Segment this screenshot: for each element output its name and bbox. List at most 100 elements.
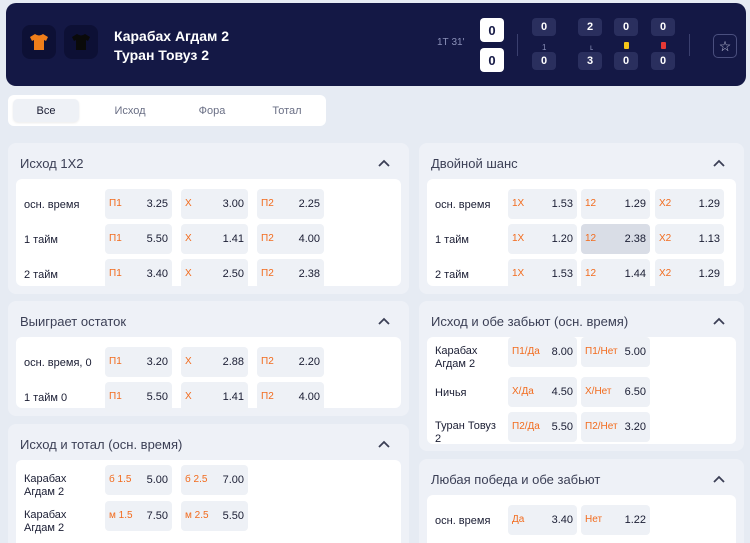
odds-button[interactable]: Нет 1.22 <box>581 505 650 535</box>
market-title: Двойной шанс <box>431 156 518 171</box>
odds-button[interactable]: П1/Да 8.00 <box>508 337 577 367</box>
odds-outcome-label: б 1.5 <box>109 474 132 485</box>
market-odds-panel: осн. время 1X 1.53 12 1.29 X2 1.29 1 тайм 1X 1.20… <box>427 179 736 289</box>
odds-button[interactable]: X2 1.13 <box>655 224 724 254</box>
row-label: 1 тайм 0 <box>24 392 68 404</box>
team-names: Карабах Агдам 2 Туран Товуз 2 <box>114 27 229 65</box>
odds-outcome-label: X <box>185 391 192 402</box>
odds-button[interactable]: 1X 1.53 <box>508 259 577 289</box>
market-card: Исход и обе забьют (осн. время) Карабах А… <box>419 301 744 451</box>
odds-outcome-label: П2/Нет <box>585 421 618 432</box>
odds-outcome-label: 1X <box>512 198 525 209</box>
stat-top-3: 0 <box>614 18 638 36</box>
chevron-up-icon[interactable] <box>377 314 391 328</box>
chevron-up-icon[interactable] <box>712 314 726 328</box>
team1-shirt-icon <box>30 34 48 50</box>
odds-value: 7.50 <box>146 510 168 522</box>
stat-bottom-1: 0 <box>532 52 556 70</box>
yellow-card-icon <box>624 42 629 49</box>
tab-total[interactable]: Тотал <box>254 99 320 122</box>
market-odds-panel: Карабах Агдам 2 б 1.5 5.00 б 2.5 7.00 Карабах… <box>16 460 401 543</box>
odds-button[interactable]: X 2.50 <box>181 259 248 289</box>
match-header: Карабах Агдам 2 Туран Товуз 2 1Т 31' 0 0… <box>6 3 746 86</box>
odds-button[interactable]: П2 4.00 <box>257 224 324 254</box>
odds-button[interactable]: X2 1.29 <box>655 259 724 289</box>
odds-value: 1.22 <box>624 514 646 526</box>
row-label: осн. время <box>435 199 491 211</box>
odds-button[interactable]: X 3.00 <box>181 189 248 219</box>
market-odds-panel: осн. время П1 3.25 X 3.00 П2 2.25 1 тайм П1 5.50 X… <box>16 179 401 289</box>
odds-button[interactable]: Х/Да 4.50 <box>508 377 577 407</box>
tab-handicap[interactable]: Фора <box>174 99 250 122</box>
odds-button[interactable]: X 1.41 <box>181 382 248 412</box>
chevron-up-icon[interactable] <box>377 437 391 451</box>
odds-button[interactable]: 1X 1.20 <box>508 224 577 254</box>
market-title: Исход и тотал (осн. время) <box>20 437 183 452</box>
odds-button[interactable]: П1 3.40 <box>105 259 172 289</box>
odds-button[interactable]: 12 2.38 <box>581 224 650 254</box>
odds-button[interactable]: X2 1.29 <box>655 189 724 219</box>
chevron-up-icon[interactable] <box>712 472 726 486</box>
odds-button[interactable]: П2/Нет 3.20 <box>581 412 650 442</box>
odds-value: 3.25 <box>146 198 168 210</box>
odds-button[interactable]: П1 3.25 <box>105 189 172 219</box>
odds-value: 3.40 <box>146 268 168 280</box>
stat-bottom-4: 0 <box>651 52 675 70</box>
odds-button[interactable]: Да 3.40 <box>508 505 577 535</box>
odds-outcome-label: X2 <box>659 233 672 244</box>
odds-value: 2.20 <box>298 356 320 368</box>
row-label: Карабах Агдам 2 <box>435 345 478 370</box>
team1-name: Карабах Агдам 2 <box>114 28 230 44</box>
odds-button[interactable]: б 2.5 7.00 <box>181 465 248 495</box>
odds-button[interactable]: б 1.5 5.00 <box>105 465 172 495</box>
odds-button[interactable]: П1/Нет 5.00 <box>581 337 650 367</box>
odds-outcome-label: П1/Нет <box>585 346 618 357</box>
market-title: Любая победа и обе забьют <box>431 472 601 487</box>
odds-button[interactable]: м 1.5 7.50 <box>105 501 172 531</box>
tab-outcome[interactable]: Исход <box>92 99 168 122</box>
odds-button[interactable]: П2 2.25 <box>257 189 324 219</box>
odds-button[interactable]: Х/Нет 6.50 <box>581 377 650 407</box>
tab-all[interactable]: Все <box>13 99 79 122</box>
row-label: 2 тайм <box>435 269 469 281</box>
odds-value: 3.00 <box>222 198 244 210</box>
odds-button[interactable]: П2/Да 5.50 <box>508 412 577 442</box>
row-label: 1 тайм <box>435 234 469 246</box>
odds-value: 5.50 <box>146 233 168 245</box>
stat-top-4: 0 <box>651 18 675 36</box>
odds-button[interactable]: П1 5.50 <box>105 382 172 412</box>
odds-outcome-label: X <box>185 233 192 244</box>
favorite-star-icon[interactable]: ☆ <box>713 34 737 58</box>
odds-value: 4.00 <box>298 233 320 245</box>
odds-button[interactable]: П1 3.20 <box>105 347 172 377</box>
odds-button[interactable]: П2 4.00 <box>257 382 324 412</box>
row-label: 1 тайм <box>24 234 58 246</box>
odds-value: 7.00 <box>222 474 244 486</box>
row-label: Карабах Агдам 2 <box>24 473 67 498</box>
market-odds-panel: осн. время, 0 П1 3.20 X 2.88 П2 2.20 1 тайм 0 П1… <box>16 337 401 412</box>
market-title: Исход 1X2 <box>20 156 84 171</box>
odds-button[interactable]: 12 1.44 <box>581 259 650 289</box>
odds-outcome-label: Х/Нет <box>585 386 612 397</box>
chevron-up-icon[interactable] <box>377 156 391 170</box>
odds-outcome-label: X2 <box>659 268 672 279</box>
odds-button[interactable]: П1 5.50 <box>105 224 172 254</box>
odds-button[interactable]: 1X 1.53 <box>508 189 577 219</box>
odds-button[interactable]: П2 2.20 <box>257 347 324 377</box>
stat-top-2: 2 <box>578 18 602 36</box>
odds-button[interactable]: X 2.88 <box>181 347 248 377</box>
chevron-up-icon[interactable] <box>712 156 726 170</box>
odds-button[interactable]: П2 2.38 <box>257 259 324 289</box>
row-label: осн. время, 0 <box>24 357 92 369</box>
odds-value: 6.50 <box>624 386 646 398</box>
odds-value: 5.50 <box>551 421 573 433</box>
odds-value: 5.00 <box>624 346 646 358</box>
team2-shirt-icon <box>72 34 90 50</box>
red-card-icon <box>661 42 666 49</box>
market-odds-panel: осн. время Да 3.40 Нет 1.22 <box>427 495 736 543</box>
odds-button[interactable]: м 2.5 5.50 <box>181 501 248 531</box>
odds-button[interactable]: X 1.41 <box>181 224 248 254</box>
odds-value: 2.38 <box>624 233 646 245</box>
odds-value: 1.13 <box>698 233 720 245</box>
odds-button[interactable]: 12 1.29 <box>581 189 650 219</box>
